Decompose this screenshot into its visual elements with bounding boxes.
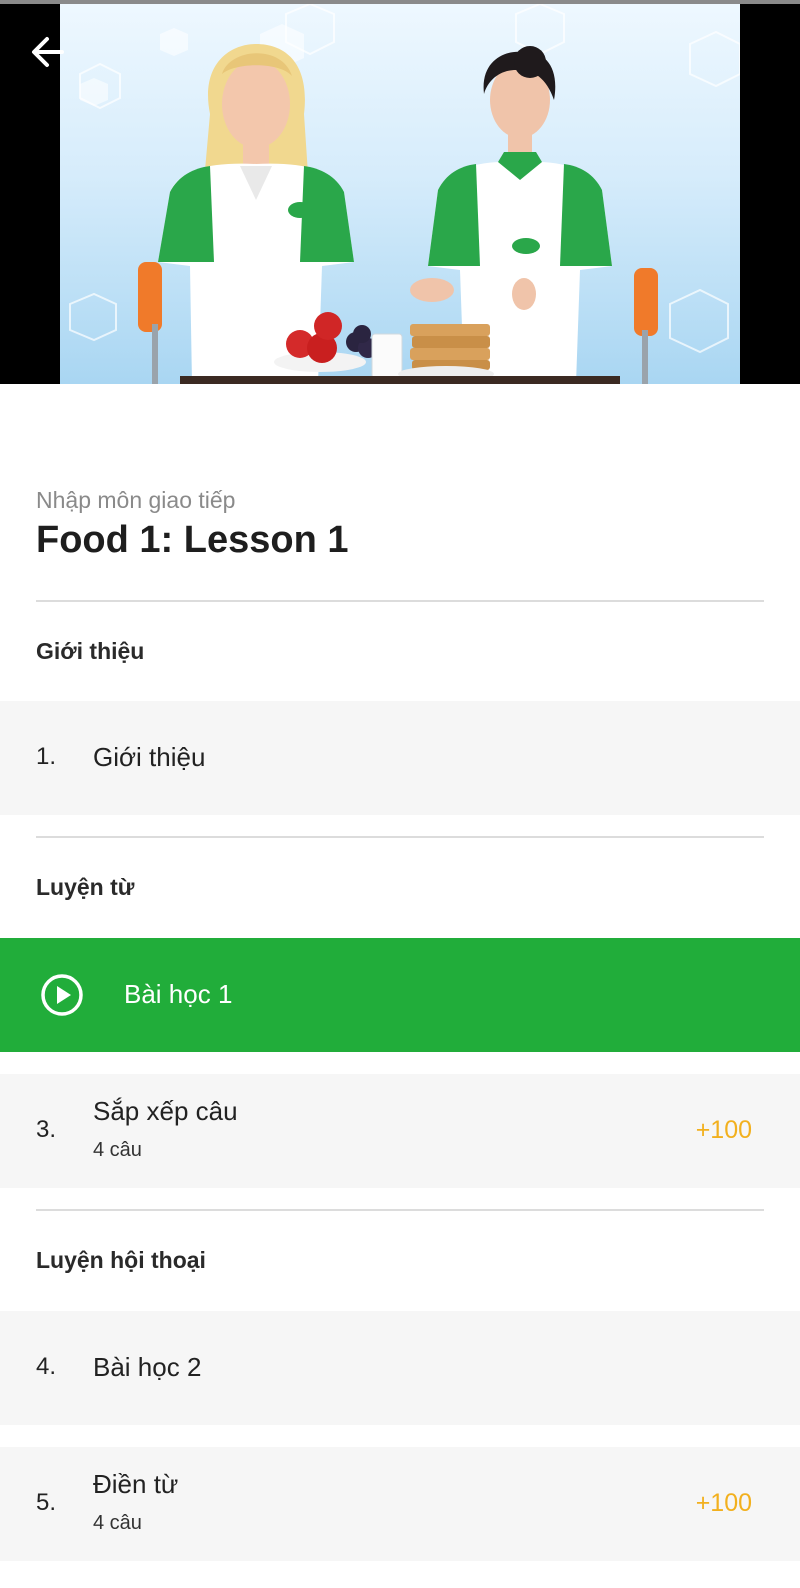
section-heading-luyen-tu: Luyện từ: [36, 874, 135, 900]
item-detail: 4 câu: [93, 1139, 142, 1161]
lesson-title: Food 1: Lesson 1: [36, 519, 349, 561]
item-detail: 4 câu: [93, 1512, 142, 1534]
item-label: Sắp xếp câu: [93, 1096, 238, 1126]
lesson-item-dien-tu[interactable]: 5. Điền từ 4 câu +100: [0, 1447, 800, 1561]
item-label: Bài học 1: [124, 979, 233, 1009]
arrow-left-icon: [32, 37, 64, 67]
lesson-item-gioi-thieu[interactable]: 1. Giới thiệu: [0, 701, 800, 815]
divider: [36, 1209, 764, 1211]
item-number: 5.: [36, 1489, 57, 1516]
item-label: Giới thiệu: [93, 742, 206, 772]
section-heading-gioi-thieu: Giới thiệu: [36, 638, 145, 664]
lesson-item-sap-xep-cau[interactable]: 3. Sắp xếp câu 4 câu +100: [0, 1074, 800, 1188]
points-badge: +100: [695, 1489, 752, 1517]
item-number: 4.: [36, 1353, 57, 1380]
video-thumbnail-illustration: [69, 4, 740, 384]
video-frame: [60, 4, 740, 384]
lesson-subtitle: Nhập môn giao tiếp: [36, 487, 236, 513]
item-label: Bài học 2: [93, 1352, 202, 1382]
divider: [36, 600, 764, 602]
lesson-item-bai-hoc-1-active[interactable]: Bài học 1: [0, 938, 800, 1052]
video-player[interactable]: [0, 0, 800, 384]
lesson-item-bai-hoc-2[interactable]: 4. Bài học 2: [0, 1311, 800, 1425]
item-number: 3.: [36, 1116, 57, 1143]
divider: [36, 836, 764, 838]
points-badge: +100: [695, 1116, 752, 1144]
section-heading-luyen-hoi-thoai: Luyện hội thoại: [36, 1247, 206, 1273]
item-label: Điền từ: [93, 1469, 179, 1499]
back-button[interactable]: [26, 30, 70, 74]
play-circle-icon: [41, 974, 83, 1016]
item-number: 1.: [36, 743, 57, 770]
